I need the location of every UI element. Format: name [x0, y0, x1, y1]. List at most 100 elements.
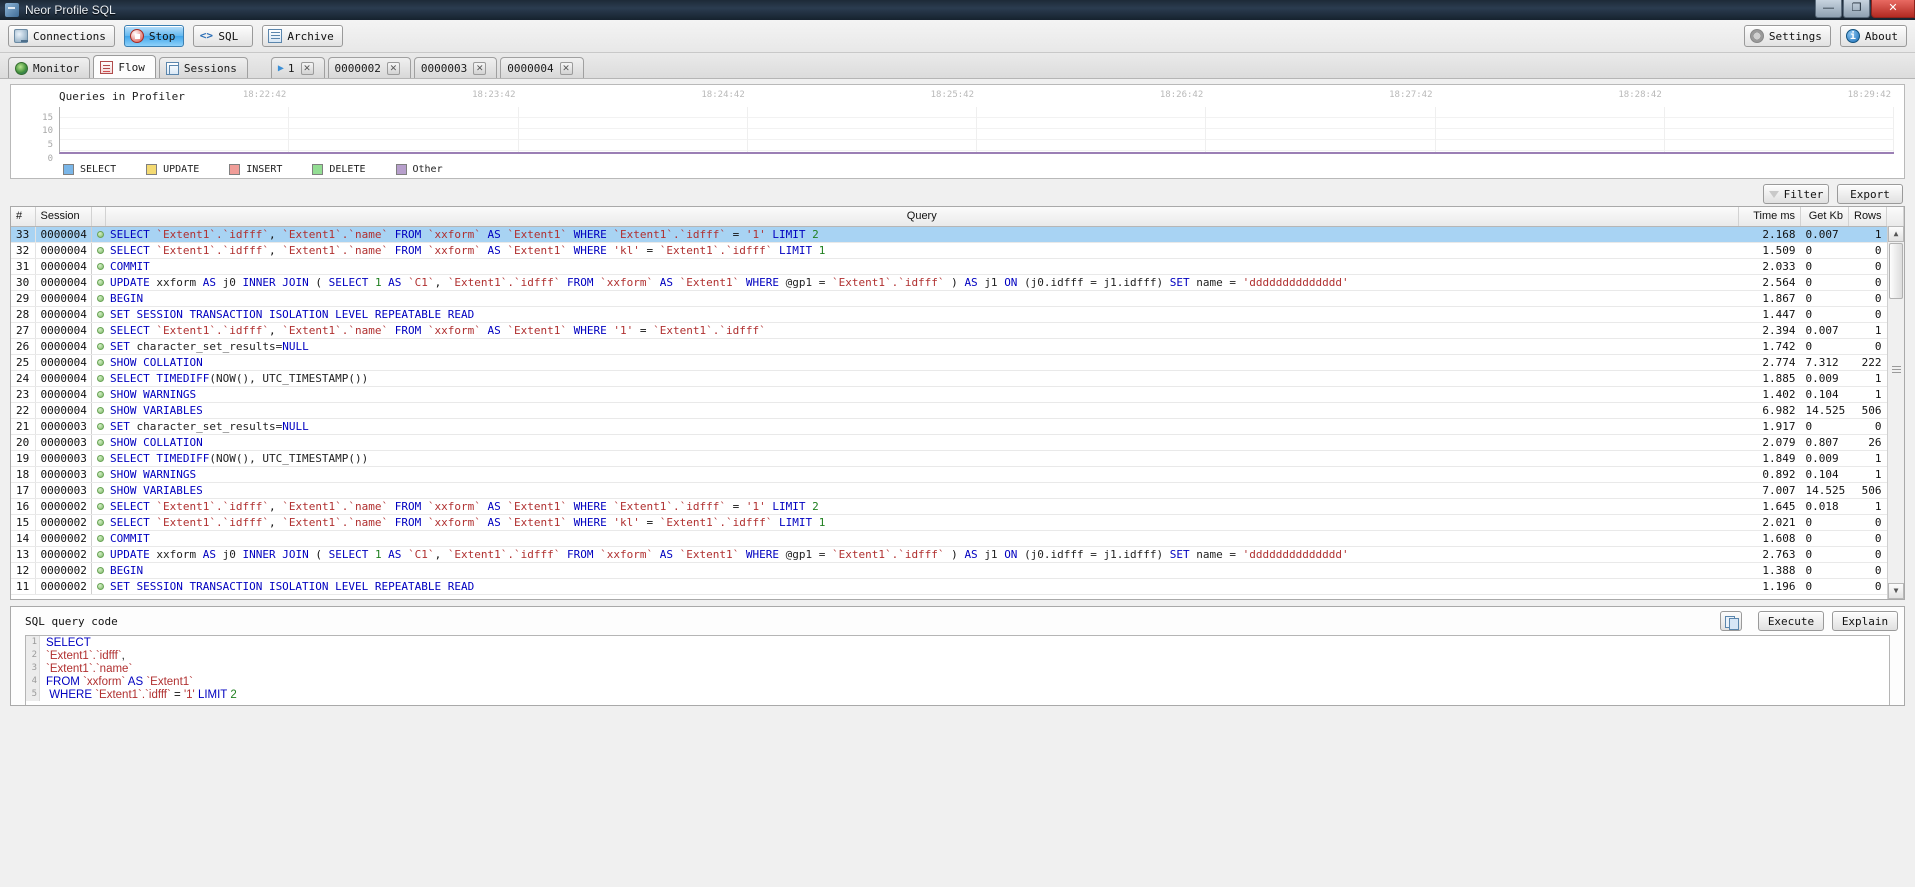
row-query[interactable]: COMMIT [105, 258, 1739, 275]
table-row[interactable]: 31 0000004 COMMIT 2.033 0 0 [11, 258, 1904, 275]
row-query[interactable]: UPDATE xxform AS j0 INNER JOIN ( SELECT … [105, 274, 1739, 291]
session-tab-1[interactable]: ▶ 1 ✕ [270, 57, 325, 78]
legend-item[interactable]: INSERT [229, 164, 282, 175]
minimize-button[interactable]: — [1815, 0, 1842, 18]
archive-button[interactable]: Archive [262, 25, 343, 47]
close-button[interactable]: ✕ [1871, 0, 1915, 18]
legend-item[interactable]: DELETE [312, 164, 366, 175]
row-query[interactable]: SELECT `Extent1`.`idfff`, `Extent1`.`nam… [105, 514, 1739, 531]
sql-token: LIMIT [765, 227, 813, 241]
export-button[interactable]: Export [1837, 184, 1903, 204]
sql-token: `Extent1`.`idfff` [659, 515, 773, 529]
status-dot-icon [96, 454, 104, 462]
row-get-kb: 14.525 [1800, 402, 1849, 419]
row-query[interactable]: SHOW COLLATION [105, 354, 1739, 371]
row-query[interactable]: SET character_set_results=NULL [105, 338, 1739, 355]
table-row[interactable]: 29 0000004 BEGIN 1.867 0 0 [11, 290, 1904, 307]
table-row[interactable]: 18 0000003 SHOW WARNINGS 0.892 0.104 1 [11, 466, 1904, 483]
row-query[interactable]: SELECT TIMEDIFF(NOW(), UTC_TIMESTAMP()) [105, 450, 1739, 467]
close-icon[interactable]: ✕ [559, 61, 573, 75]
row-session: 0000002 [35, 562, 92, 579]
column-header-session[interactable]: Session [35, 207, 92, 227]
copy-icon[interactable] [1720, 611, 1742, 631]
row-rows: 0 [1848, 274, 1887, 291]
filter-button[interactable]: Filter [1763, 184, 1829, 204]
table-row[interactable]: 16 0000002 SELECT `Extent1`.`idfff`, `Exte… [11, 498, 1904, 515]
table-row[interactable]: 17 0000003 SHOW VARIABLES 7.007 14.525 506 [11, 482, 1904, 499]
table-row[interactable]: 25 0000004 SHOW COLLATION 2.774 7.312 222 [11, 354, 1904, 371]
sql-button[interactable]: <> SQL [193, 25, 254, 47]
column-header-kb[interactable]: Get Kb [1800, 207, 1849, 227]
row-query[interactable]: SET SESSION TRANSACTION ISOLATION LEVEL … [105, 578, 1739, 595]
close-icon[interactable]: ✕ [473, 61, 487, 75]
scroll-down-arrow[interactable]: ▼ [1888, 583, 1904, 599]
sql-token: SHOW VARIABLES [110, 483, 203, 497]
close-icon[interactable]: ✕ [386, 61, 400, 75]
table-row[interactable]: 26 0000004 SET character_set_results=NULL 1… [11, 338, 1904, 355]
tab-flow[interactable]: Flow [93, 55, 156, 78]
legend-item[interactable]: Other [395, 164, 443, 175]
scroll-up-arrow[interactable]: ▲ [1888, 226, 1904, 242]
legend-item[interactable]: SELECT [63, 164, 116, 175]
table-row[interactable]: 23 0000004 SHOW WARNINGS 1.402 0.104 1 [11, 386, 1904, 403]
about-button[interactable]: i About [1839, 25, 1907, 47]
row-rows: 0 [1848, 306, 1887, 323]
session-tab-0000002[interactable]: 0000002 ✕ [327, 57, 411, 78]
table-row[interactable]: 14 0000002 COMMIT 1.608 0 0 [11, 530, 1904, 547]
row-query[interactable]: SET SESSION TRANSACTION ISOLATION LEVEL … [105, 306, 1739, 323]
row-query[interactable]: SHOW VARIABLES [105, 482, 1739, 499]
sql-token: 'dddddddddddddd' [1242, 275, 1349, 289]
row-query[interactable]: SHOW WARNINGS [105, 386, 1739, 403]
table-row[interactable]: 32 0000004 SELECT `Extent1`.`idfff`, `Exte… [11, 242, 1904, 259]
column-header-time[interactable]: Time ms [1738, 207, 1801, 227]
connections-icon [14, 29, 28, 43]
row-query[interactable]: BEGIN [105, 290, 1739, 307]
row-query[interactable]: SHOW COLLATION [105, 434, 1739, 451]
column-header-query[interactable]: Query [105, 207, 1739, 227]
table-row[interactable]: 20 0000003 SHOW COLLATION 2.079 0.807 26 [11, 434, 1904, 451]
close-icon[interactable]: ✕ [300, 61, 314, 75]
connections-button[interactable]: Connections [8, 25, 115, 47]
explain-button[interactable]: Explain [1832, 611, 1898, 631]
row-query[interactable]: SET character_set_results=NULL [105, 418, 1739, 435]
row-query[interactable]: SHOW WARNINGS [105, 466, 1739, 483]
table-scrollbar[interactable]: ▲ ▼ [1887, 226, 1904, 599]
chart-x-gridline: 18:29:42 [1665, 90, 1894, 152]
status-dot-icon [96, 502, 104, 510]
row-query[interactable]: SELECT `Extent1`.`idfff`, `Extent1`.`nam… [105, 498, 1739, 515]
row-query[interactable]: COMMIT [105, 530, 1739, 547]
column-header-num[interactable]: # [11, 207, 36, 227]
table-row[interactable]: 27 0000004 SELECT `Extent1`.`idfff`, `Exte… [11, 322, 1904, 339]
tab-sessions[interactable]: Sessions [158, 57, 248, 78]
column-header-rows[interactable]: Rows [1848, 207, 1887, 227]
row-query[interactable]: SELECT `Extent1`.`idfff`, `Extent1`.`nam… [105, 322, 1739, 339]
row-query[interactable]: BEGIN [105, 562, 1739, 579]
table-row[interactable]: 28 0000004 SET SESSION TRANSACTION ISOLATI… [11, 306, 1904, 323]
table-row[interactable]: 30 0000004 UPDATE xxform AS j0 INNER JOIN … [11, 274, 1904, 291]
row-query[interactable]: SHOW VARIABLES [105, 402, 1739, 419]
table-row[interactable]: 19 0000003 SELECT TIMEDIFF(NOW(), UTC_TIME… [11, 450, 1904, 467]
legend-item[interactable]: UPDATE [146, 164, 199, 175]
table-row[interactable]: 21 0000003 SET character_set_results=NULL 1… [11, 418, 1904, 435]
row-query[interactable]: SELECT `Extent1`.`idfff`, `Extent1`.`nam… [105, 242, 1739, 259]
session-tab-0000003[interactable]: 0000003 ✕ [413, 57, 498, 78]
table-row[interactable]: 15 0000002 SELECT `Extent1`.`idfff`, `Exte… [11, 514, 1904, 531]
settings-button[interactable]: Settings [1743, 25, 1831, 47]
sql-token: j0 [222, 547, 243, 561]
session-tab-0000004[interactable]: 0000004 ✕ [500, 57, 584, 78]
stop-button[interactable]: Stop [123, 25, 185, 47]
table-row[interactable]: 12 0000002 BEGIN 1.388 0 0 [11, 562, 1904, 579]
table-row[interactable]: 22 0000004 SHOW VARIABLES 6.982 14.525 506 [11, 402, 1904, 419]
row-query[interactable]: SELECT `Extent1`.`idfff`, `Extent1`.`nam… [105, 226, 1739, 243]
table-row[interactable]: 33 0000004 SELECT `Extent1`.`idfff`, `Exte… [11, 226, 1904, 243]
row-query[interactable]: SELECT TIMEDIFF(NOW(), UTC_TIMESTAMP()) [105, 370, 1739, 387]
table-row[interactable]: 11 0000002 SET SESSION TRANSACTION ISOLATI… [11, 578, 1904, 595]
execute-button[interactable]: Execute [1758, 611, 1824, 631]
row-query[interactable]: UPDATE xxform AS j0 INNER JOIN ( SELECT … [105, 546, 1739, 563]
scrollbar-thumb[interactable] [1889, 243, 1903, 299]
maximize-button[interactable]: ❐ [1843, 0, 1870, 18]
sql-code-editor[interactable]: 1 SELECT 2 `Extent1`.`idfff`, 3 `Extent1`.`na… [25, 635, 1890, 705]
tab-monitor[interactable]: Monitor [8, 57, 91, 78]
table-row[interactable]: 24 0000004 SELECT TIMEDIFF(NOW(), UTC_TIME… [11, 370, 1904, 387]
table-row[interactable]: 13 0000002 UPDATE xxform AS j0 INNER JOIN … [11, 546, 1904, 563]
